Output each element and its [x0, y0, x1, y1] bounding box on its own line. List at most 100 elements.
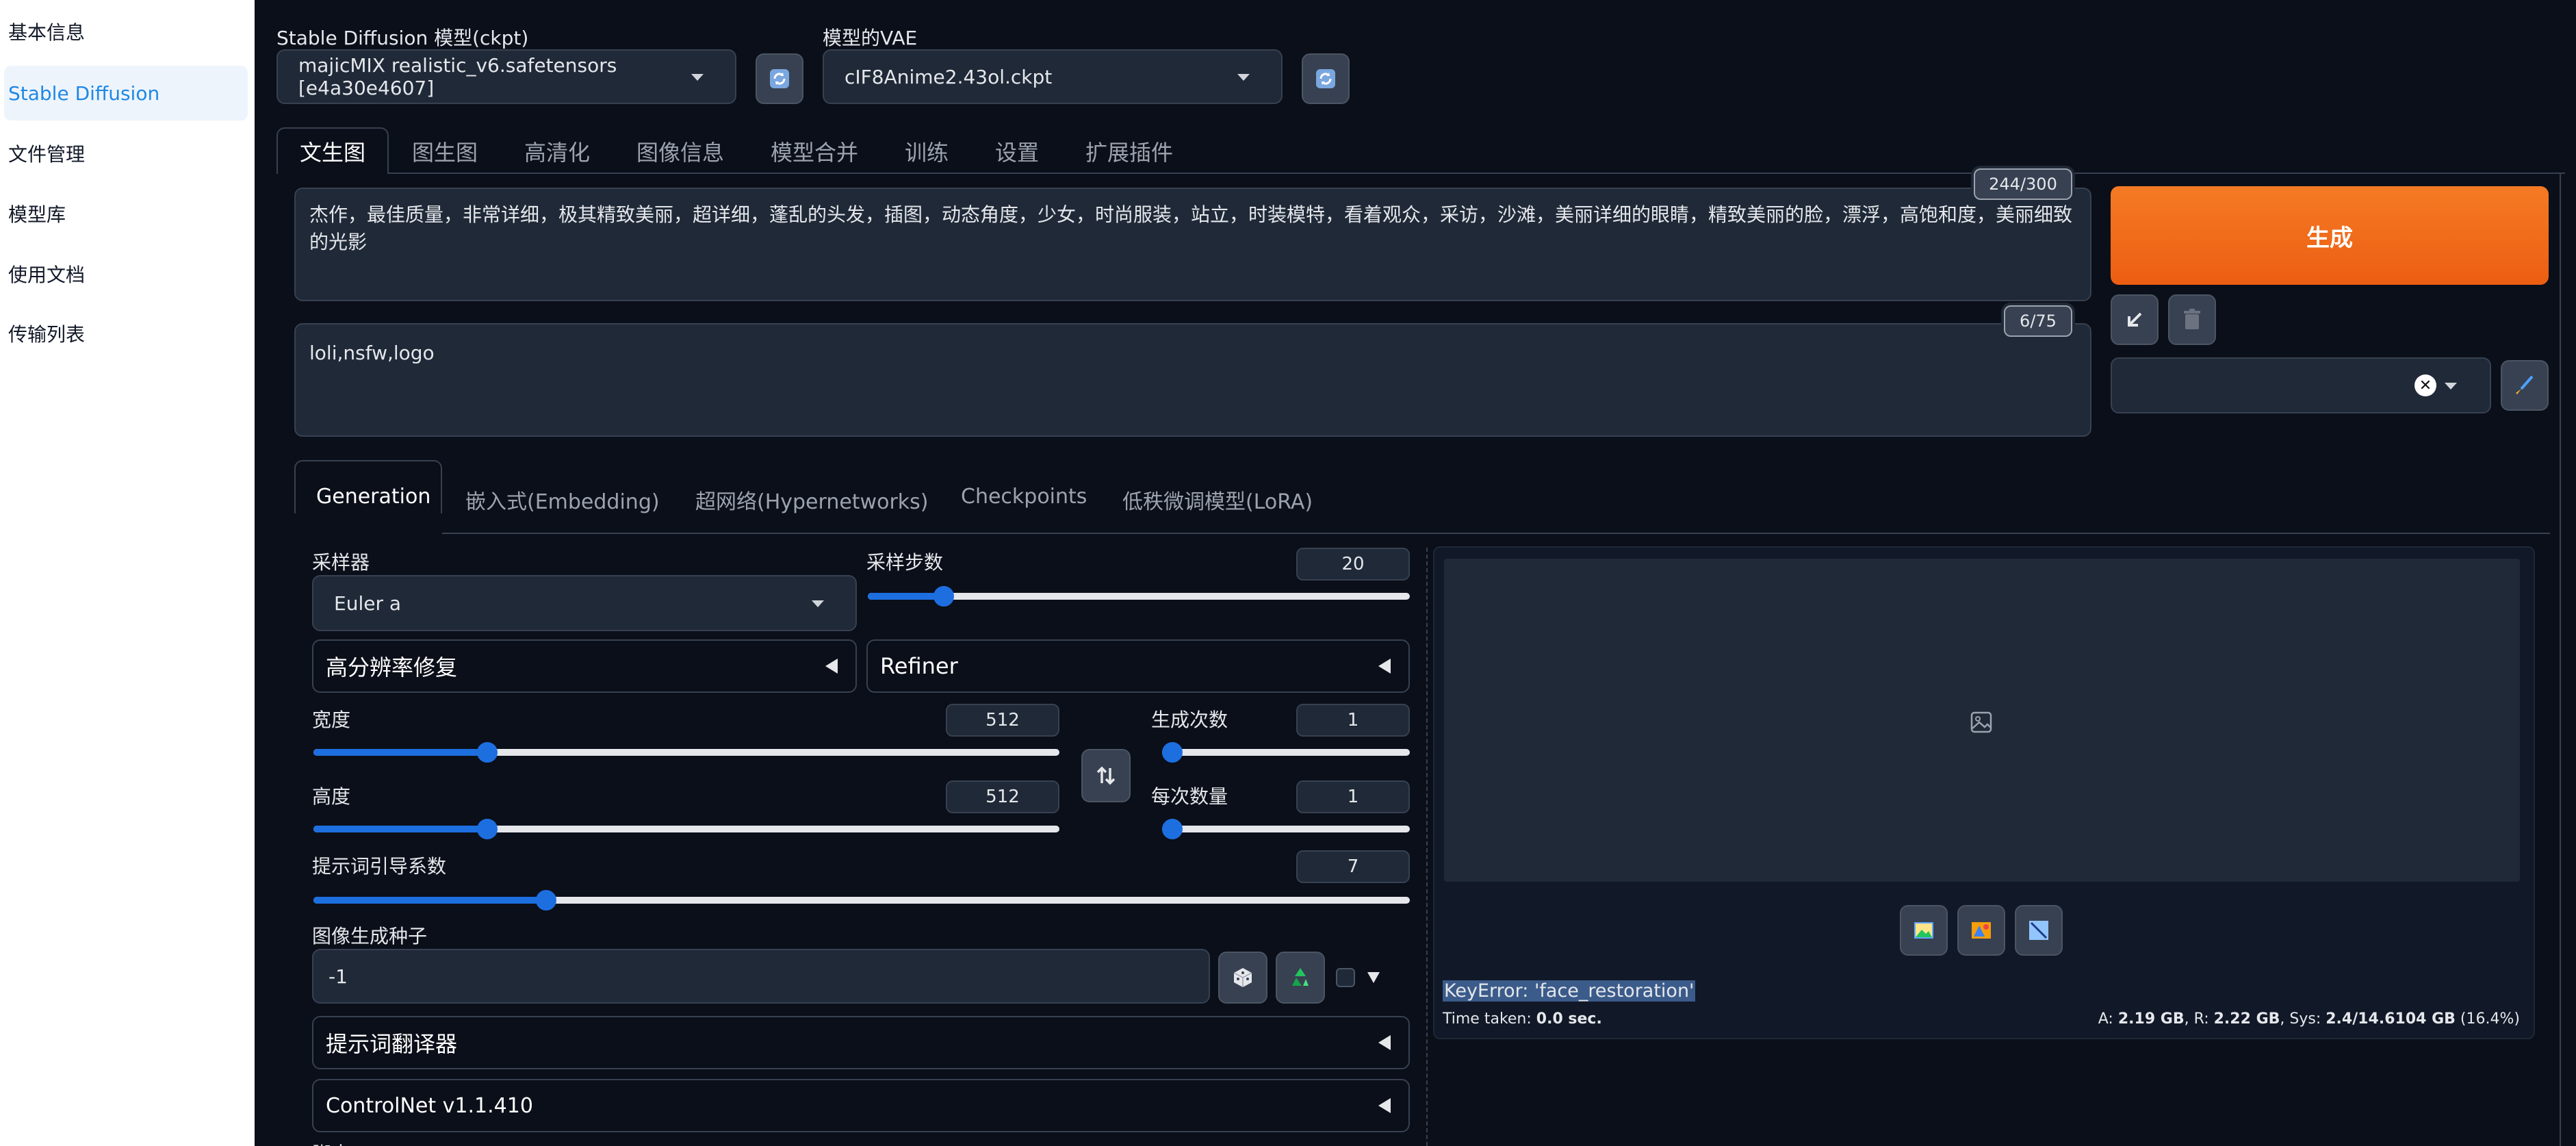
send-to-img2img-button[interactable]	[1957, 905, 2005, 956]
cfg-value[interactable]: 7	[1296, 850, 1410, 883]
refresh-icon	[770, 69, 789, 88]
mem-a-value: 2.19 GB	[2117, 1010, 2185, 1028]
subtab-divider	[442, 533, 2550, 534]
slider-thumb[interactable]	[535, 890, 556, 911]
refiner-label: Refiner	[880, 653, 958, 679]
extra-seed-checkbox[interactable]	[1336, 968, 1355, 987]
tab-upscale[interactable]: 高清化	[524, 136, 590, 167]
sidebar-item-docs[interactable]: 使用文档	[0, 246, 248, 301]
sidebar: 基本信息 Stable Diffusion 文件管理 模型库 使用文档 传输列表	[0, 0, 255, 1146]
seed-input[interactable]: -1	[312, 949, 1210, 1004]
vae-select[interactable]: cIF8Anime2.43ol.ckpt	[823, 49, 1283, 104]
sampler-select[interactable]: Euler a	[312, 575, 857, 631]
refresh-icon	[1316, 69, 1335, 88]
cfg-label: 提示词引导系数	[312, 855, 447, 878]
tab-model-merge[interactable]: 模型合并	[771, 136, 858, 167]
clear-prompt-button[interactable]	[2168, 294, 2216, 345]
slider-thumb[interactable]	[476, 819, 498, 839]
width-slider[interactable]	[313, 742, 1059, 763]
collapse-triangle-icon	[1378, 1035, 1391, 1050]
sidebar-item-label: 传输列表	[8, 323, 86, 346]
batch-size-label: 每次数量	[1151, 785, 1228, 808]
subtab-hypernetworks[interactable]: 超网络(Hypernetworks)	[695, 485, 929, 515]
hires-fix-label: 高分辨率修复	[326, 654, 458, 680]
ruler-triangle-icon	[2029, 921, 2048, 940]
chevron-down-icon	[812, 600, 824, 607]
tab-img2img[interactable]: 图生图	[412, 136, 478, 167]
slider-fill	[868, 593, 944, 600]
width-value[interactable]: 512	[946, 704, 1059, 737]
sidebar-item-label: 使用文档	[8, 264, 86, 286]
expand-triangle-icon[interactable]	[1367, 972, 1380, 983]
slider-fill	[313, 749, 487, 756]
prompt-translator-accordion[interactable]: 提示词翻译器	[312, 1016, 1410, 1069]
clear-icon[interactable]: ✕	[2414, 374, 2436, 396]
tab-extensions[interactable]: 扩展插件	[1085, 136, 1173, 167]
output-gallery[interactable]	[1444, 559, 2520, 882]
subtab-embedding[interactable]: 嵌入式(Embedding)	[465, 485, 660, 515]
prompt-text: 杰作，最佳质量，非常详细，极其精致美丽，超详细，蓬乱的头发，插图，动态角度，少女…	[309, 203, 2073, 253]
sidebar-item-stable-diffusion[interactable]: Stable Diffusion	[4, 66, 248, 120]
recycle-icon	[1292, 968, 1309, 986]
prompt-translator-label: 提示词翻译器	[326, 1031, 458, 1057]
read-params-button[interactable]	[2111, 294, 2159, 345]
subtab-generation[interactable]: Generation	[316, 485, 430, 509]
ckpt-select[interactable]: majicMIX realistic_v6.safetensors [e4a30…	[276, 49, 736, 104]
steps-value[interactable]: 20	[1296, 548, 1410, 581]
tab-train[interactable]: 训练	[905, 136, 949, 167]
sidebar-item-transfers[interactable]: 传输列表	[0, 306, 248, 361]
batch-size-slider[interactable]	[1162, 819, 1410, 839]
negative-prompt-input[interactable]: loli,nsfw,logo	[294, 323, 2091, 437]
random-seed-button[interactable]	[1218, 952, 1267, 1004]
sidebar-item-file-management[interactable]: 文件管理	[0, 126, 248, 181]
height-label: 高度	[312, 785, 351, 808]
swap-arrows-icon	[1096, 766, 1116, 785]
negative-token-counter: 6/75	[2004, 305, 2072, 337]
mem-a-label: A:	[2098, 1010, 2118, 1028]
tab-txt2img[interactable]: 文生图	[300, 136, 365, 167]
open-folder-button[interactable]	[1900, 905, 1948, 956]
send-to-extras-button[interactable]	[2015, 905, 2063, 956]
batch-count-slider[interactable]	[1162, 742, 1410, 763]
mem-sys-label: , Sys:	[2280, 1010, 2326, 1028]
slider-thumb[interactable]	[933, 586, 954, 607]
tab-settings[interactable]: 设置	[995, 136, 1039, 167]
batch-count-label: 生成次数	[1151, 709, 1228, 731]
slider-thumb[interactable]	[1162, 819, 1183, 839]
generate-button[interactable]: 生成	[2111, 186, 2549, 285]
paintbrush-icon	[2516, 375, 2534, 394]
sidebar-item-label: 模型库	[8, 203, 66, 226]
slider-thumb[interactable]	[476, 742, 498, 763]
steps-slider[interactable]	[868, 586, 1410, 607]
sidebar-item-model-library[interactable]: 模型库	[0, 186, 248, 241]
sidebar-item-basic-info[interactable]: 基本信息	[0, 4, 248, 59]
slider-thumb[interactable]	[1162, 742, 1183, 763]
chevron-down-icon	[1237, 74, 1250, 81]
sampler-value: Euler a	[334, 591, 402, 615]
time-taken: Time taken: 0.0 sec.	[1443, 1010, 1602, 1028]
prompt-input[interactable]: 杰作，最佳质量，非常详细，极其精致美丽，超详细，蓬乱的头发，插图，动态角度，少女…	[294, 188, 2091, 301]
styles-select[interactable]: ✕	[2111, 357, 2491, 413]
tab-image-info[interactable]: 图像信息	[636, 136, 724, 167]
batch-size-value[interactable]: 1	[1296, 780, 1410, 813]
reuse-seed-button[interactable]	[1276, 952, 1325, 1004]
mem-r-value: 2.22 GB	[2213, 1010, 2280, 1028]
refresh-vae-button[interactable]	[1302, 53, 1350, 104]
batch-count-value[interactable]: 1	[1296, 704, 1410, 737]
hires-fix-accordion[interactable]: 高分辨率修复	[312, 639, 857, 693]
refresh-ckpt-button[interactable]	[756, 53, 803, 104]
seed-value: -1	[329, 965, 348, 988]
controlnet-accordion[interactable]: ControlNet v1.1.410	[312, 1079, 1410, 1132]
slider-fill	[313, 897, 546, 904]
sidebar-item-label: Stable Diffusion	[8, 81, 160, 105]
subtab-lora[interactable]: 低秩微调模型(LoRA)	[1122, 485, 1313, 515]
cfg-slider[interactable]	[313, 890, 1410, 911]
subtab-checkpoints[interactable]: Checkpoints	[961, 485, 1087, 509]
height-value[interactable]: 512	[946, 780, 1059, 813]
apply-style-button[interactable]	[2501, 360, 2549, 411]
mem-r-label: , R:	[2184, 1010, 2214, 1028]
height-slider[interactable]	[313, 819, 1059, 839]
refiner-accordion[interactable]: Refiner	[866, 639, 1410, 693]
column-divider	[1426, 548, 1428, 1146]
swap-dimensions-button[interactable]	[1081, 749, 1131, 802]
